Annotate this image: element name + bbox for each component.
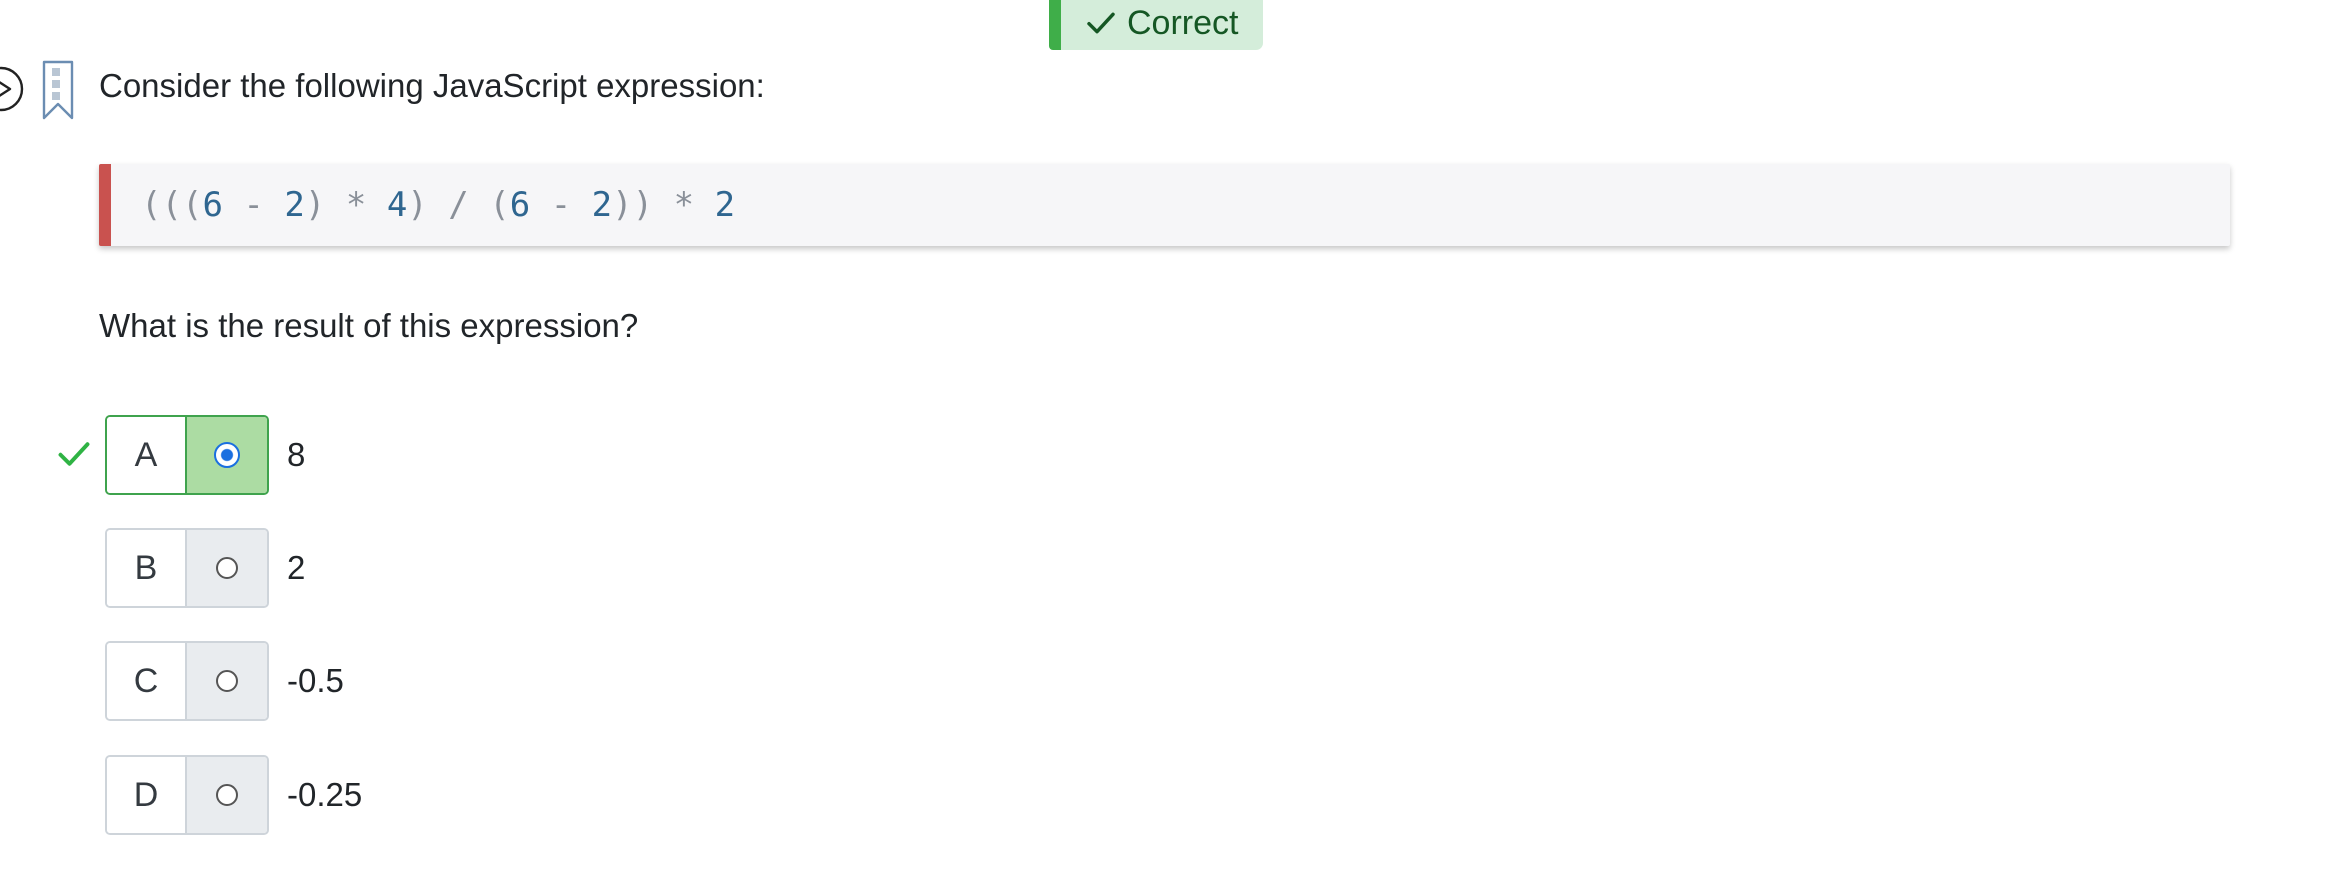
bookmark-icon[interactable]: [42, 60, 74, 122]
option-a-radio-cell[interactable]: [187, 417, 267, 493]
option-letter: D: [107, 757, 187, 833]
option-d-radio[interactable]: [216, 784, 238, 806]
code-block: (((6 - 2) * 4) / (6 - 2)) * 2: [99, 164, 2230, 246]
option-c-radio[interactable]: [216, 670, 238, 692]
option-b-radio[interactable]: [216, 557, 238, 579]
option-d[interactable]: D -0.25: [105, 755, 362, 835]
option-b-box[interactable]: B: [105, 528, 269, 608]
option-value: -0.5: [287, 662, 344, 699]
question-page: Correct Consider the following JavaScrip…: [0, 0, 2326, 896]
code-expression: (((6 - 2) * 4) / (6 - 2)) * 2: [141, 185, 736, 225]
option-letter: A: [107, 417, 187, 493]
option-letter: B: [107, 530, 187, 606]
question-intro: Consider the following JavaScript expres…: [99, 67, 765, 104]
option-a-radio[interactable]: [214, 442, 240, 468]
flag-question-icon[interactable]: [0, 66, 24, 112]
option-d-box[interactable]: D: [105, 755, 269, 835]
option-value: 2: [287, 549, 306, 586]
option-value: -0.25: [287, 776, 363, 813]
check-icon: [1087, 12, 1115, 34]
option-value: 8: [287, 436, 306, 473]
option-a[interactable]: A 8: [105, 415, 305, 495]
option-letter: C: [107, 643, 187, 719]
option-c-radio-cell[interactable]: [187, 643, 267, 719]
option-b-radio-cell[interactable]: [187, 530, 267, 606]
option-b[interactable]: B 2: [105, 528, 305, 608]
option-a-box[interactable]: A: [105, 415, 269, 495]
option-d-radio-cell[interactable]: [187, 757, 267, 833]
status-label: Correct: [1127, 3, 1239, 42]
question-prompt: What is the result of this expression?: [99, 307, 639, 344]
option-c-box[interactable]: C: [105, 641, 269, 721]
correct-answer-check-icon: [58, 442, 90, 466]
option-c[interactable]: C -0.5: [105, 641, 344, 721]
status-banner: Correct: [1049, 0, 1263, 50]
